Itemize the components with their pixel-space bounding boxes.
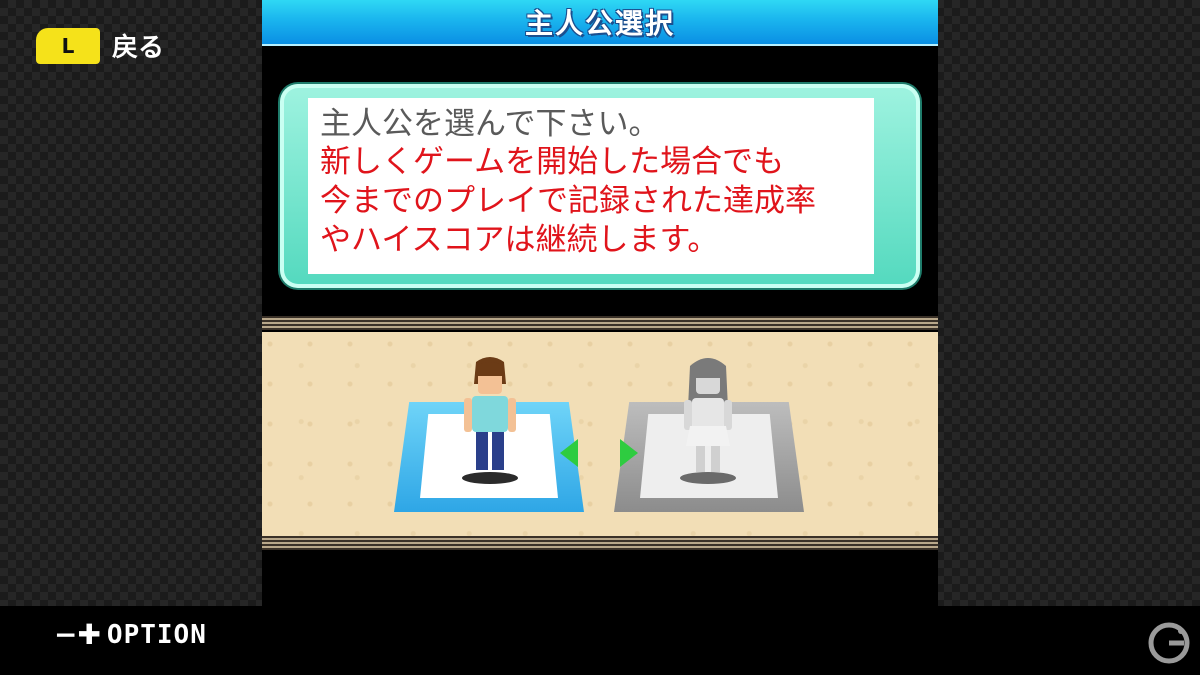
floor-rail-bottom	[262, 536, 938, 550]
l-button-icon: L	[36, 27, 100, 64]
title-bar: 主人公選択	[262, 0, 938, 46]
message-line-4: やハイスコアは継続します。	[320, 222, 719, 258]
option-button[interactable]: −✚ OPTION	[54, 620, 207, 650]
girl-character-sprite-icon	[680, 358, 736, 484]
game-screen: 主人公選択 主人公を選んで下さい。 新しくゲームを開始した場合でも 今までのプレ…	[262, 0, 938, 675]
message-line-1: 主人公を選んで下さい。	[320, 106, 660, 142]
watermark-logo-icon	[1148, 622, 1190, 664]
option-label: OPTION	[106, 620, 207, 650]
screen-title: 主人公選択	[524, 7, 675, 40]
message-line-2: 新しくゲームを開始した場合でも	[320, 144, 785, 180]
message-box: 主人公を選んで下さい。 新しくゲームを開始した場合でも 今までのプレイで記録され…	[280, 84, 920, 288]
message-line-3: 今までのプレイで記録された達成率	[320, 183, 816, 219]
back-label: 戻る	[112, 33, 165, 63]
minus-plus-icon: −✚	[54, 618, 101, 651]
select-arrow-left-icon	[560, 439, 578, 467]
select-floor	[262, 332, 938, 536]
floor-rail-top	[262, 316, 938, 330]
boy-character-sprite-icon	[462, 357, 518, 484]
back-button[interactable]: L 戻る	[36, 27, 164, 64]
select-arrow-right-icon	[620, 439, 638, 467]
emulator-stage: L 戻る −✚ OPTION 主人公選択 主人公を選んで下さい。 新しくゲームを…	[0, 0, 1200, 675]
